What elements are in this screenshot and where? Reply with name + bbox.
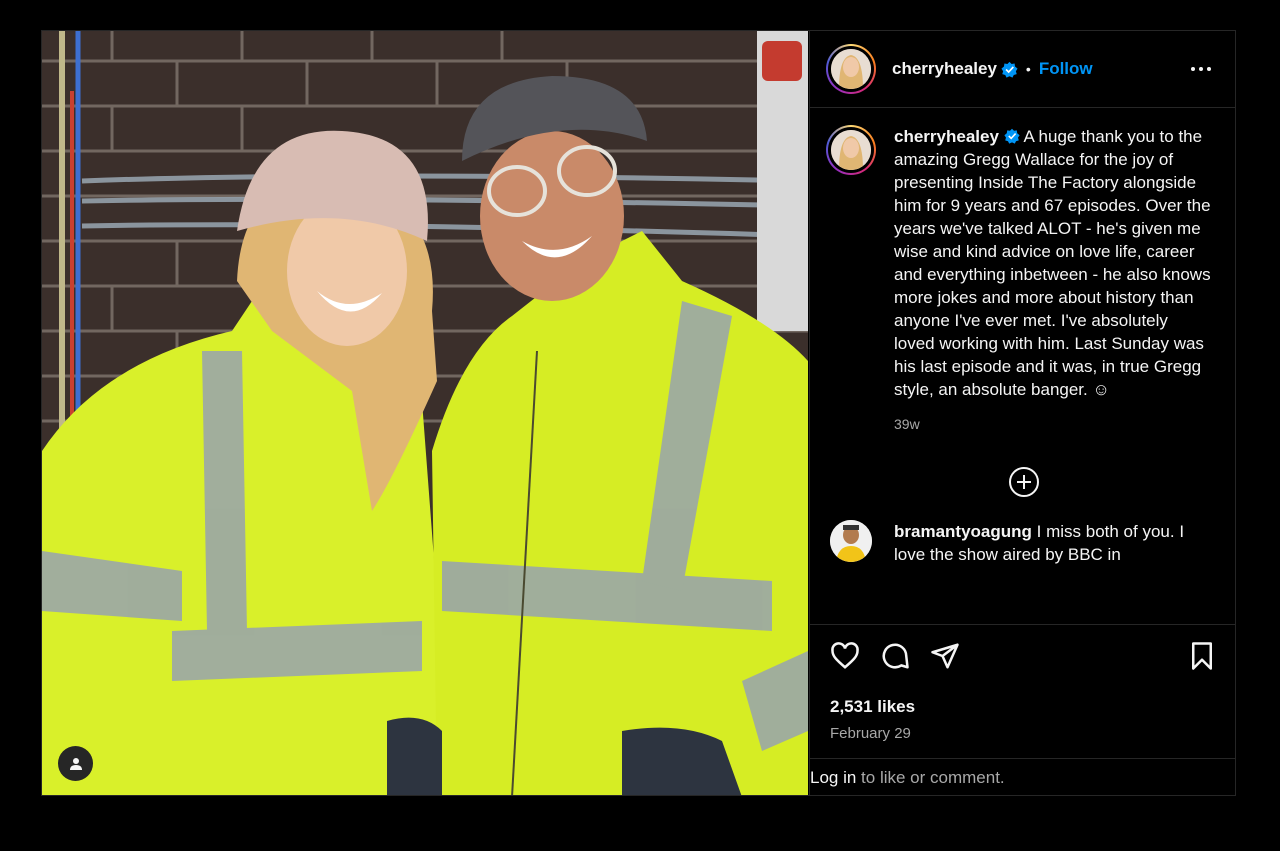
author-avatar[interactable] [826,44,876,94]
comment-item: bramantyoagung I miss both of you. I lov… [810,498,1235,566]
follow-button[interactable]: Follow [1039,59,1093,79]
likes-count[interactable]: 2,531 likes [830,697,1235,717]
user-tag-button[interactable] [58,746,93,781]
post-header: cherryhealey • Follow [810,31,1235,108]
user-tag-icon [69,757,82,770]
comment-body: bramantyoagung I miss both of you. I lov… [894,520,1212,566]
post-image [42,31,808,795]
post-date[interactable]: February 29 [830,725,1235,742]
more-options-icon[interactable] [1181,61,1221,77]
share-icon[interactable] [930,641,960,671]
caption-author-avatar[interactable] [826,125,876,175]
caption: cherryhealey A huge thank you to the ama… [810,109,1235,436]
caption-username[interactable]: cherryhealey [894,127,999,146]
caption-body: cherryhealey A huge thank you to the ama… [894,125,1212,436]
load-more-comments-button[interactable] [810,466,1235,498]
author-username[interactable]: cherryhealey [892,59,997,79]
post-sidebar: cherryhealey • Follow cherryhealey A hug… [809,31,1235,795]
commenter-username[interactable]: bramantyoagung [894,522,1032,541]
bookmark-icon[interactable] [1187,641,1217,671]
caption-text: A huge thank you to the amazing Gregg Wa… [894,127,1211,399]
post-age[interactable]: 39w [894,413,1212,436]
avatar-photo [831,130,871,170]
verified-badge-icon [1001,61,1018,78]
login-prompt: Log in to like or comment. [810,758,1235,795]
separator-dot: • [1025,61,1031,77]
heart-icon[interactable] [830,641,860,671]
post-actions: 2,531 likes February 29 [810,624,1235,760]
post-modal: cherryhealey • Follow cherryhealey A hug… [41,30,1236,796]
login-prompt-text: to like or comment. [856,768,1005,787]
login-link[interactable]: Log in [810,768,856,788]
comment-icon[interactable] [880,641,910,671]
post-photo[interactable] [42,31,808,795]
comments-scroll-area[interactable]: cherryhealey A huge thank you to the ama… [810,109,1235,624]
avatar-photo [831,49,871,89]
verified-badge-icon [1004,128,1020,144]
add-circle-icon [1008,467,1039,497]
commenter-avatar[interactable] [830,520,872,562]
avatar-photo [830,520,872,562]
